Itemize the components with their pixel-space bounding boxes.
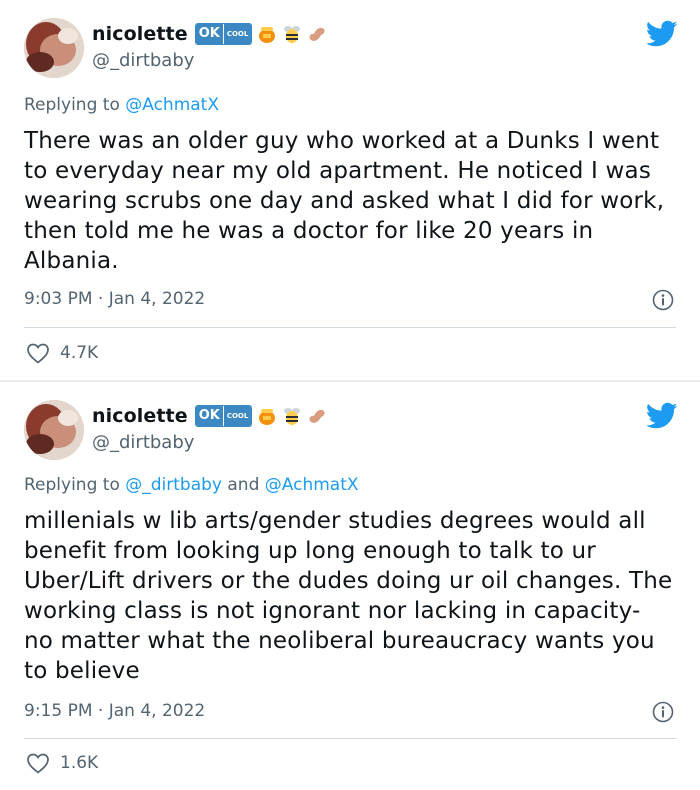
like-button[interactable]: 4.7K: [26, 342, 98, 364]
divider: [24, 738, 676, 739]
mention-link[interactable]: @AchmatX: [265, 475, 359, 495]
peanut-icon: [309, 409, 325, 423]
tweet-card: nicolette OK COOL @_dirtbaby Replying to…: [0, 0, 700, 380]
avatar-photo: [24, 400, 84, 460]
twitter-bird-icon[interactable]: [646, 20, 678, 48]
display-name[interactable]: nicolette: [92, 23, 188, 45]
display-name[interactable]: nicolette: [92, 405, 188, 427]
like-button[interactable]: 1.6K: [26, 752, 98, 774]
bee-icon: [284, 408, 301, 425]
like-count: 1.6K: [60, 753, 99, 773]
tweet-timestamp[interactable]: 9:03 PM · Jan 4, 2022: [24, 289, 205, 309]
author-header: nicolette OK COOL @_dirtbaby: [92, 404, 327, 453]
ok-cool-icon: OK COOL: [194, 23, 253, 45]
avatar[interactable]: [24, 18, 84, 78]
tweet-text: millenials w lib arts/gender studies deg…: [24, 508, 673, 684]
avatar-photo: [24, 18, 84, 78]
bee-icon: [284, 26, 301, 43]
divider: [24, 327, 676, 328]
author-header: nicolette OK COOL @_dirtbaby: [92, 22, 327, 71]
ok-cool-icon: OK COOL: [194, 405, 253, 427]
like-count: 4.7K: [60, 343, 99, 363]
heart-icon: [27, 343, 49, 364]
peanut-icon: [309, 27, 325, 41]
info-icon[interactable]: [652, 289, 674, 311]
avatar[interactable]: [24, 400, 84, 460]
heart-icon: [27, 753, 49, 774]
honey-pot-icon: [259, 27, 276, 43]
mention-link[interactable]: @_dirtbaby: [125, 475, 222, 495]
user-handle[interactable]: @_dirtbaby: [92, 432, 327, 453]
tweet-card: nicolette OK COOL @_dirtbaby Replying to…: [0, 382, 700, 790]
tweet-timestamp[interactable]: 9:15 PM · Jan 4, 2022: [24, 701, 205, 721]
user-handle[interactable]: @_dirtbaby: [92, 50, 327, 71]
mention-link[interactable]: @AchmatX: [125, 95, 219, 115]
replying-to: Replying to @AchmatX: [24, 95, 219, 115]
replying-to: Replying to @_dirtbaby and @AchmatX: [24, 475, 359, 495]
twitter-bird-icon[interactable]: [646, 402, 678, 430]
honey-pot-icon: [259, 409, 276, 425]
info-icon[interactable]: [652, 701, 674, 723]
tweet-text: There was an older guy who worked at a D…: [24, 128, 665, 274]
